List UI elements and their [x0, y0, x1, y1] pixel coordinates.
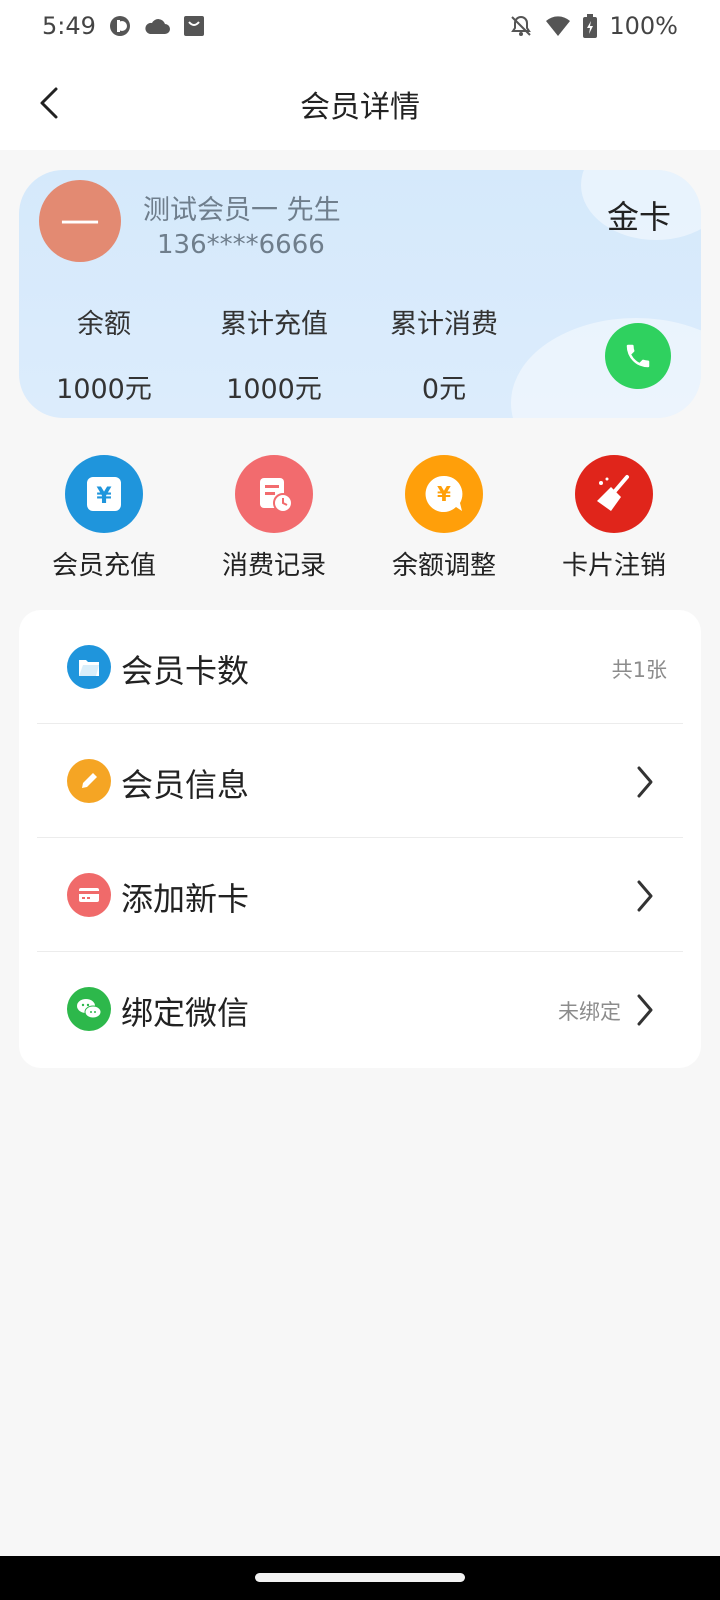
pencil-icon [67, 759, 111, 803]
folder-icon [67, 645, 111, 689]
action-label: 会员充值 [51, 551, 156, 581]
app-icon [110, 16, 130, 36]
stat-total-spend: 累计消费 0元 [359, 302, 529, 406]
stat-label: 累计充值 [220, 309, 328, 340]
menu-value: 共1张 [611, 658, 667, 682]
member-menu-list: 会员卡数 共1张 会员信息 添加新卡 绑定微信 未绑定 [19, 610, 701, 1068]
menu-item-add-card[interactable]: 添加新卡 [19, 838, 701, 952]
battery-icon [583, 14, 598, 38]
member-name: 测试会员一 先生 [143, 195, 341, 226]
member-phone: 136****6666 [157, 230, 325, 260]
card-icon [67, 873, 111, 917]
menu-label: 会员卡数 [121, 652, 250, 690]
cloud-icon [145, 19, 170, 34]
call-button[interactable] [605, 323, 671, 389]
action-label: 卡片注销 [561, 551, 666, 581]
menu-label: 添加新卡 [121, 880, 250, 918]
stat-label: 余额 [77, 309, 131, 340]
phone-icon [626, 344, 650, 368]
yuan-bubble-icon: ¥ [405, 455, 483, 533]
menu-item-member-info[interactable]: 会员信息 [19, 724, 701, 838]
chevron-right-icon [637, 766, 653, 798]
menu-item-bind-wechat[interactable]: 绑定微信 未绑定 [19, 952, 701, 1066]
record-clock-icon [235, 455, 313, 533]
action-label: 余额调整 [391, 551, 496, 581]
action-balance-adjust[interactable]: ¥ 余额调整 [364, 455, 524, 582]
bell-off-icon [511, 15, 532, 36]
broom-icon [575, 455, 653, 533]
shopping-bag-icon [184, 16, 204, 36]
system-nav-bar [0, 1556, 720, 1600]
stat-balance: 余额 1000元 [19, 302, 189, 406]
svg-text:¥: ¥ [437, 482, 451, 506]
quick-actions: ¥ 会员充值 消费记录 ¥ 余额调整 卡片注销 [0, 455, 720, 585]
stat-value: 1000元 [226, 374, 322, 405]
stat-label: 累计消费 [390, 309, 498, 340]
status-right-icons: 100% [509, 12, 678, 40]
menu-label: 会员信息 [121, 766, 250, 804]
menu-label: 绑定微信 [121, 994, 250, 1032]
menu-value: 未绑定 [558, 1000, 621, 1024]
action-recharge[interactable]: ¥ 会员充值 [24, 455, 184, 582]
svg-text:¥: ¥ [96, 484, 112, 509]
home-gesture-handle[interactable] [255, 1573, 465, 1582]
page-title: 会员详情 [300, 90, 420, 125]
wifi-icon [546, 16, 571, 36]
battery-percent: 100% [609, 12, 678, 40]
card-decoration [511, 318, 701, 418]
app-header: 会员详情 [0, 56, 720, 150]
status-bar: 5:49 100% [0, 0, 720, 56]
chevron-right-icon [637, 880, 653, 912]
stat-value: 1000元 [56, 374, 152, 405]
chevron-right-icon [637, 994, 653, 1026]
action-label: 消费记录 [221, 551, 326, 581]
card-level: 金卡 [606, 198, 671, 236]
yuan-card-icon: ¥ [65, 455, 143, 533]
stat-value: 0元 [421, 374, 467, 405]
wechat-icon [67, 987, 111, 1031]
avatar: — [39, 180, 121, 262]
status-left-icons [108, 14, 206, 38]
stat-total-recharge: 累计充值 1000元 [189, 302, 359, 406]
action-card-cancel[interactable]: 卡片注销 [534, 455, 694, 582]
status-time: 5:49 [42, 12, 96, 40]
member-card: — 测试会员一 先生 136****6666 金卡 余额 1000元 累计充值 … [19, 170, 701, 418]
action-consume-records[interactable]: 消费记录 [194, 455, 354, 582]
menu-item-card-count[interactable]: 会员卡数 共1张 [19, 610, 701, 724]
